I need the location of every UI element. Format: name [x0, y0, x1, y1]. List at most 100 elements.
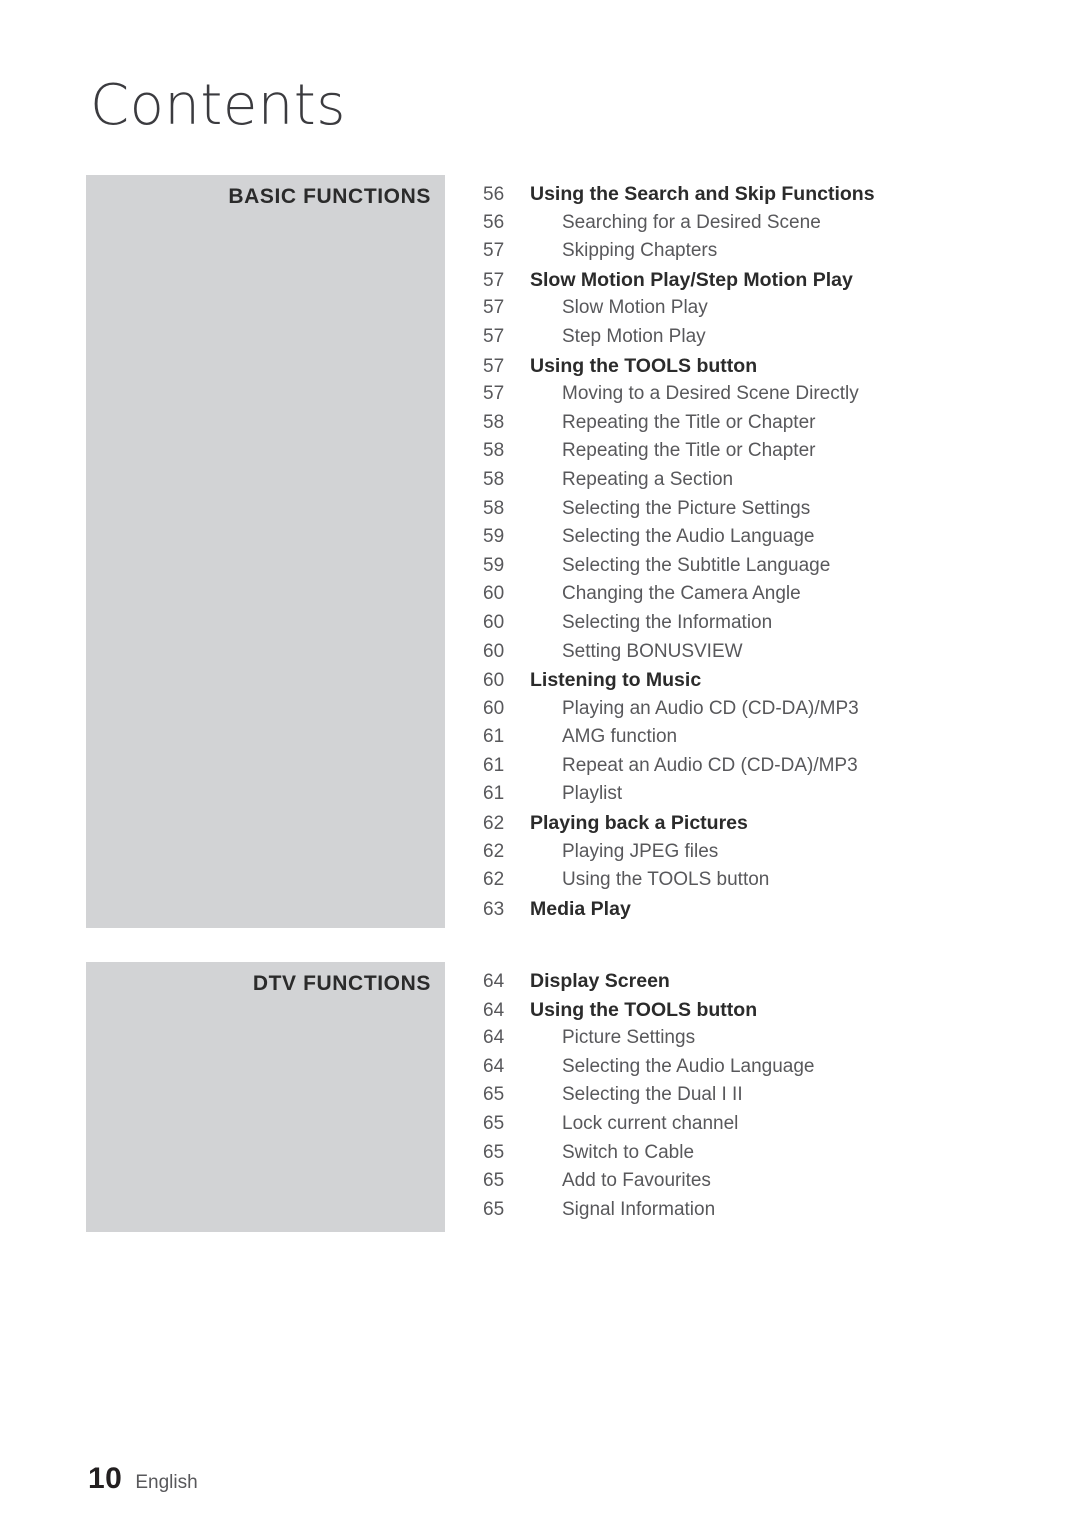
- toc-entry-page-number: 60: [483, 611, 505, 633]
- toc-entry-page-number: 56: [483, 211, 505, 233]
- toc-entry[interactable]: 60 Listening to Music: [483, 666, 1043, 695]
- toc-entry-label: Moving to a Desired Scene Directly: [562, 383, 859, 405]
- toc-entry[interactable]: 57 Moving to a Desired Scene Directly: [483, 380, 1043, 409]
- toc-entry-page-number: 57: [483, 240, 505, 262]
- toc-entry[interactable]: 61 AMG function: [483, 723, 1043, 752]
- toc-entry-page-number: 62: [483, 813, 505, 835]
- toc-entry-label: AMG function: [562, 726, 678, 748]
- toc-entry-label: Selecting the Audio Language: [562, 1055, 815, 1077]
- toc-entry-page-number: 63: [483, 898, 505, 920]
- toc-entry-label: Playing back a Pictures: [530, 812, 748, 835]
- toc-entry[interactable]: 64 Selecting the Audio Language: [483, 1053, 1043, 1082]
- toc-entry[interactable]: 60 Playing an Audio CD (CD-DA)/MP3: [483, 695, 1043, 724]
- toc-entry[interactable]: 58 Repeating a Section: [483, 466, 1043, 495]
- toc-entry-page-number: 59: [483, 554, 505, 576]
- toc-entry[interactable]: 56 Searching for a Desired Scene: [483, 209, 1043, 238]
- toc-entry[interactable]: 65 Selecting the Dual I II: [483, 1081, 1043, 1110]
- toc-entry[interactable]: 63 Media Play: [483, 895, 1043, 924]
- toc-entry-page-number: 60: [483, 697, 505, 719]
- toc-entry[interactable]: 65 Switch to Cable: [483, 1139, 1043, 1168]
- toc-entry-label: Slow Motion Play: [562, 297, 708, 319]
- toc-entry-page-number: 58: [483, 468, 505, 490]
- toc-entry[interactable]: 57 Using the TOOLS button: [483, 352, 1043, 381]
- toc-entry[interactable]: 58 Selecting the Picture Settings: [483, 495, 1043, 524]
- toc-entry[interactable]: 64 Display Screen: [483, 967, 1043, 996]
- toc-entry[interactable]: 56 Using the Search and Skip Functions: [483, 180, 1043, 209]
- toc-entry[interactable]: 57 Skipping Chapters: [483, 237, 1043, 266]
- toc-entry-page-number: 57: [483, 325, 505, 347]
- toc-entry-page-number: 64: [483, 999, 505, 1021]
- toc-entry-page-number: 57: [483, 269, 505, 291]
- toc-entry-page-number: 60: [483, 670, 505, 692]
- page-footer: 10 English: [88, 1462, 198, 1496]
- toc-entry[interactable]: 65 Lock current channel: [483, 1110, 1043, 1139]
- toc-entry-label: Changing the Camera Angle: [562, 583, 801, 605]
- toc-entry-label: Step Motion Play: [562, 325, 706, 347]
- toc-entry[interactable]: 57 Slow Motion Play/Step Motion Play: [483, 266, 1043, 295]
- toc-entry[interactable]: 60 Changing the Camera Angle: [483, 580, 1043, 609]
- page-title: Contents: [90, 73, 346, 138]
- toc-entry-label: Listening to Music: [530, 669, 702, 692]
- toc-entry-page-number: 65: [483, 1084, 505, 1106]
- toc-entry[interactable]: 64 Using the TOOLS button: [483, 996, 1043, 1025]
- toc-entry[interactable]: 60 Selecting the Information: [483, 609, 1043, 638]
- toc-entry-label: Lock current channel: [562, 1112, 739, 1134]
- toc-list-basic-functions: 56 Using the Search and Skip Functions 56 S…: [483, 180, 1043, 923]
- toc-entry[interactable]: 62 Playing JPEG files: [483, 838, 1043, 867]
- toc-entry-page-number: 61: [483, 783, 505, 805]
- toc-entry-label: Repeating a Section: [562, 468, 734, 490]
- toc-entry-page-number: 65: [483, 1170, 505, 1192]
- toc-entry-label: Selecting the Picture Settings: [562, 497, 811, 519]
- toc-entry-label: Signal Information: [562, 1198, 716, 1220]
- toc-entry-label: Repeating the Title or Chapter: [562, 411, 816, 433]
- section-title-dtv-functions: DTV FUNCTIONS: [252, 972, 431, 995]
- toc-entry-label: Selecting the Information: [562, 611, 773, 633]
- toc-entry-label: Setting BONUSVIEW: [562, 640, 743, 662]
- toc-entry-page-number: 61: [483, 754, 505, 776]
- toc-entry[interactable]: 64 Picture Settings: [483, 1024, 1043, 1053]
- toc-entry-page-number: 62: [483, 869, 505, 891]
- toc-entry-label: Display Screen: [530, 970, 670, 992]
- toc-entry-page-number: 58: [483, 411, 505, 433]
- toc-entry-label: Add to Favourites: [562, 1170, 711, 1192]
- toc-entry-page-number: 65: [483, 1141, 505, 1163]
- toc-entry-page-number: 60: [483, 640, 505, 662]
- section-title-basic-functions: BASIC FUNCTIONS: [228, 185, 431, 208]
- toc-entry-page-number: 56: [483, 184, 505, 205]
- toc-entry-label: Playing an Audio CD (CD-DA)/MP3: [562, 697, 859, 719]
- toc-entry[interactable]: 61 Repeat an Audio CD (CD-DA)/MP3: [483, 752, 1043, 781]
- footer-page-number: 10: [88, 1462, 123, 1495]
- toc-entry-page-number: 57: [483, 297, 505, 319]
- toc-entry-label: Slow Motion Play/Step Motion Play: [530, 268, 853, 291]
- toc-entry[interactable]: 57 Slow Motion Play: [483, 294, 1043, 323]
- toc-entry-label: Switch to Cable: [562, 1141, 695, 1163]
- toc-entry[interactable]: 65 Add to Favourites: [483, 1167, 1043, 1196]
- toc-entry-label: Selecting the Audio Language: [562, 526, 815, 548]
- toc-entry[interactable]: 61 Playlist: [483, 780, 1043, 809]
- toc-entry-label: Using the TOOLS button: [530, 354, 758, 377]
- toc-entry[interactable]: 60 Setting BONUSVIEW: [483, 638, 1043, 667]
- footer-language: English: [135, 1472, 198, 1493]
- toc-entry-page-number: 57: [483, 383, 505, 405]
- toc-entry-page-number: 64: [483, 1055, 505, 1077]
- toc-list-dtv-functions: 64 Display Screen 64 Using the TOOLS button…: [483, 967, 1043, 1224]
- toc-entry[interactable]: 65 Signal Information: [483, 1196, 1043, 1225]
- toc-entry[interactable]: 58 Repeating the Title or Chapter: [483, 409, 1043, 438]
- toc-entry-label: Playlist: [562, 783, 623, 805]
- toc-entry[interactable]: 62 Using the TOOLS button: [483, 866, 1043, 895]
- toc-entry-page-number: 59: [483, 526, 505, 548]
- toc-entry-page-number: 64: [483, 1027, 505, 1049]
- toc-entry[interactable]: 59 Selecting the Audio Language: [483, 523, 1043, 552]
- toc-entry[interactable]: 62 Playing back a Pictures: [483, 809, 1043, 838]
- toc-entry-page-number: 65: [483, 1198, 505, 1220]
- toc-entry[interactable]: 58 Repeating the Title or Chapter: [483, 437, 1043, 466]
- toc-entry-label: Repeat an Audio CD (CD-DA)/MP3: [562, 754, 858, 776]
- toc-entry[interactable]: 59 Selecting the Subtitle Language: [483, 552, 1043, 581]
- toc-entry-page-number: 58: [483, 497, 505, 519]
- toc-entry-label: Skipping Chapters: [562, 240, 718, 262]
- toc-entry[interactable]: 57 Step Motion Play: [483, 323, 1043, 352]
- toc-entry-label: Picture Settings: [562, 1027, 696, 1049]
- toc-entry-label: Using the TOOLS button: [530, 998, 758, 1021]
- toc-entry-page-number: 64: [483, 971, 505, 992]
- toc-entry-page-number: 60: [483, 583, 505, 605]
